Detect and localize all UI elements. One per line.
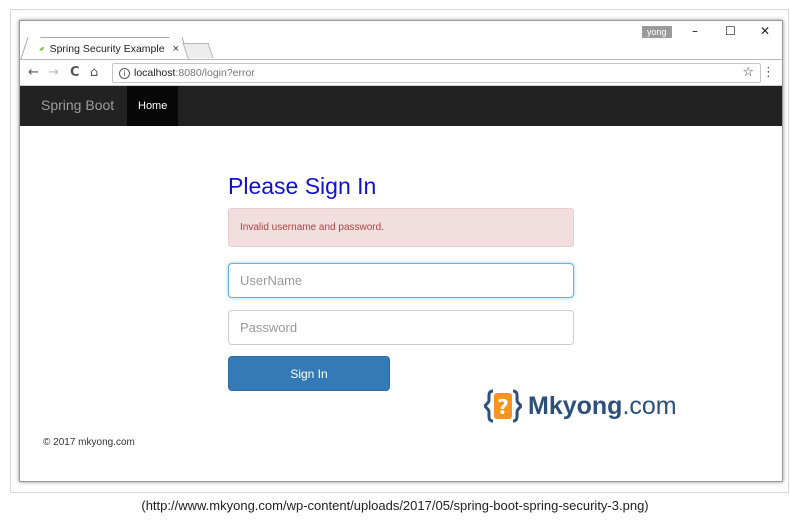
url-path: :8080/login?error [175,67,255,79]
address-bar[interactable]: i localhost:8080/login?error ☆ [112,63,761,83]
url-host: localhost [134,67,176,79]
profile-badge[interactable]: yong [642,26,672,38]
new-tab-button[interactable] [182,43,214,58]
navbar: Spring Boot Home [20,86,782,126]
image-caption: (http://www.mkyong.com/wp-content/upload… [141,498,649,513]
footer-copyright: © 2017 mkyong.com [43,437,135,448]
menu-icon[interactable]: ⋮ [762,65,775,80]
error-alert: Invalid username and password. [228,208,574,247]
maximize-icon[interactable]: ☐ [725,24,736,38]
navbar-brand[interactable]: Spring Boot [41,97,114,113]
minimize-icon[interactable]: – [692,24,698,38]
mkyong-name: Mkyong [528,391,623,420]
leaf-icon [39,46,45,51]
star-icon[interactable]: ☆ [742,65,754,80]
username-input[interactable] [228,263,574,298]
mkyong-logo-icon: ? [484,389,522,423]
close-icon[interactable]: ✕ [760,24,770,38]
reload-icon[interactable]: C [70,65,80,80]
address-toolbar: ← → C ⌂ i localhost:8080/login?error ☆ ⋮ [20,59,782,86]
tab-title: Spring Security Example [49,42,165,55]
tab-close-icon[interactable]: × [173,43,179,55]
browser-tab[interactable]: Spring Security Example × [30,37,180,59]
mkyong-watermark: ? Mkyong .com [484,388,677,424]
mkyong-tld: .com [622,391,677,420]
forward-icon[interactable]: → [48,65,59,80]
back-icon[interactable]: ← [28,65,39,80]
tab-strip: Spring Security Example × yong – ☐ ✕ [20,21,782,59]
sign-in-button[interactable]: Sign In [228,356,390,391]
password-input[interactable] [228,310,574,345]
home-icon[interactable]: ⌂ [90,65,98,80]
info-icon[interactable]: i [119,67,130,79]
page-title: Please Sign In [228,173,377,199]
svg-text:?: ? [497,395,509,419]
nav-item-home[interactable]: Home [127,86,179,126]
